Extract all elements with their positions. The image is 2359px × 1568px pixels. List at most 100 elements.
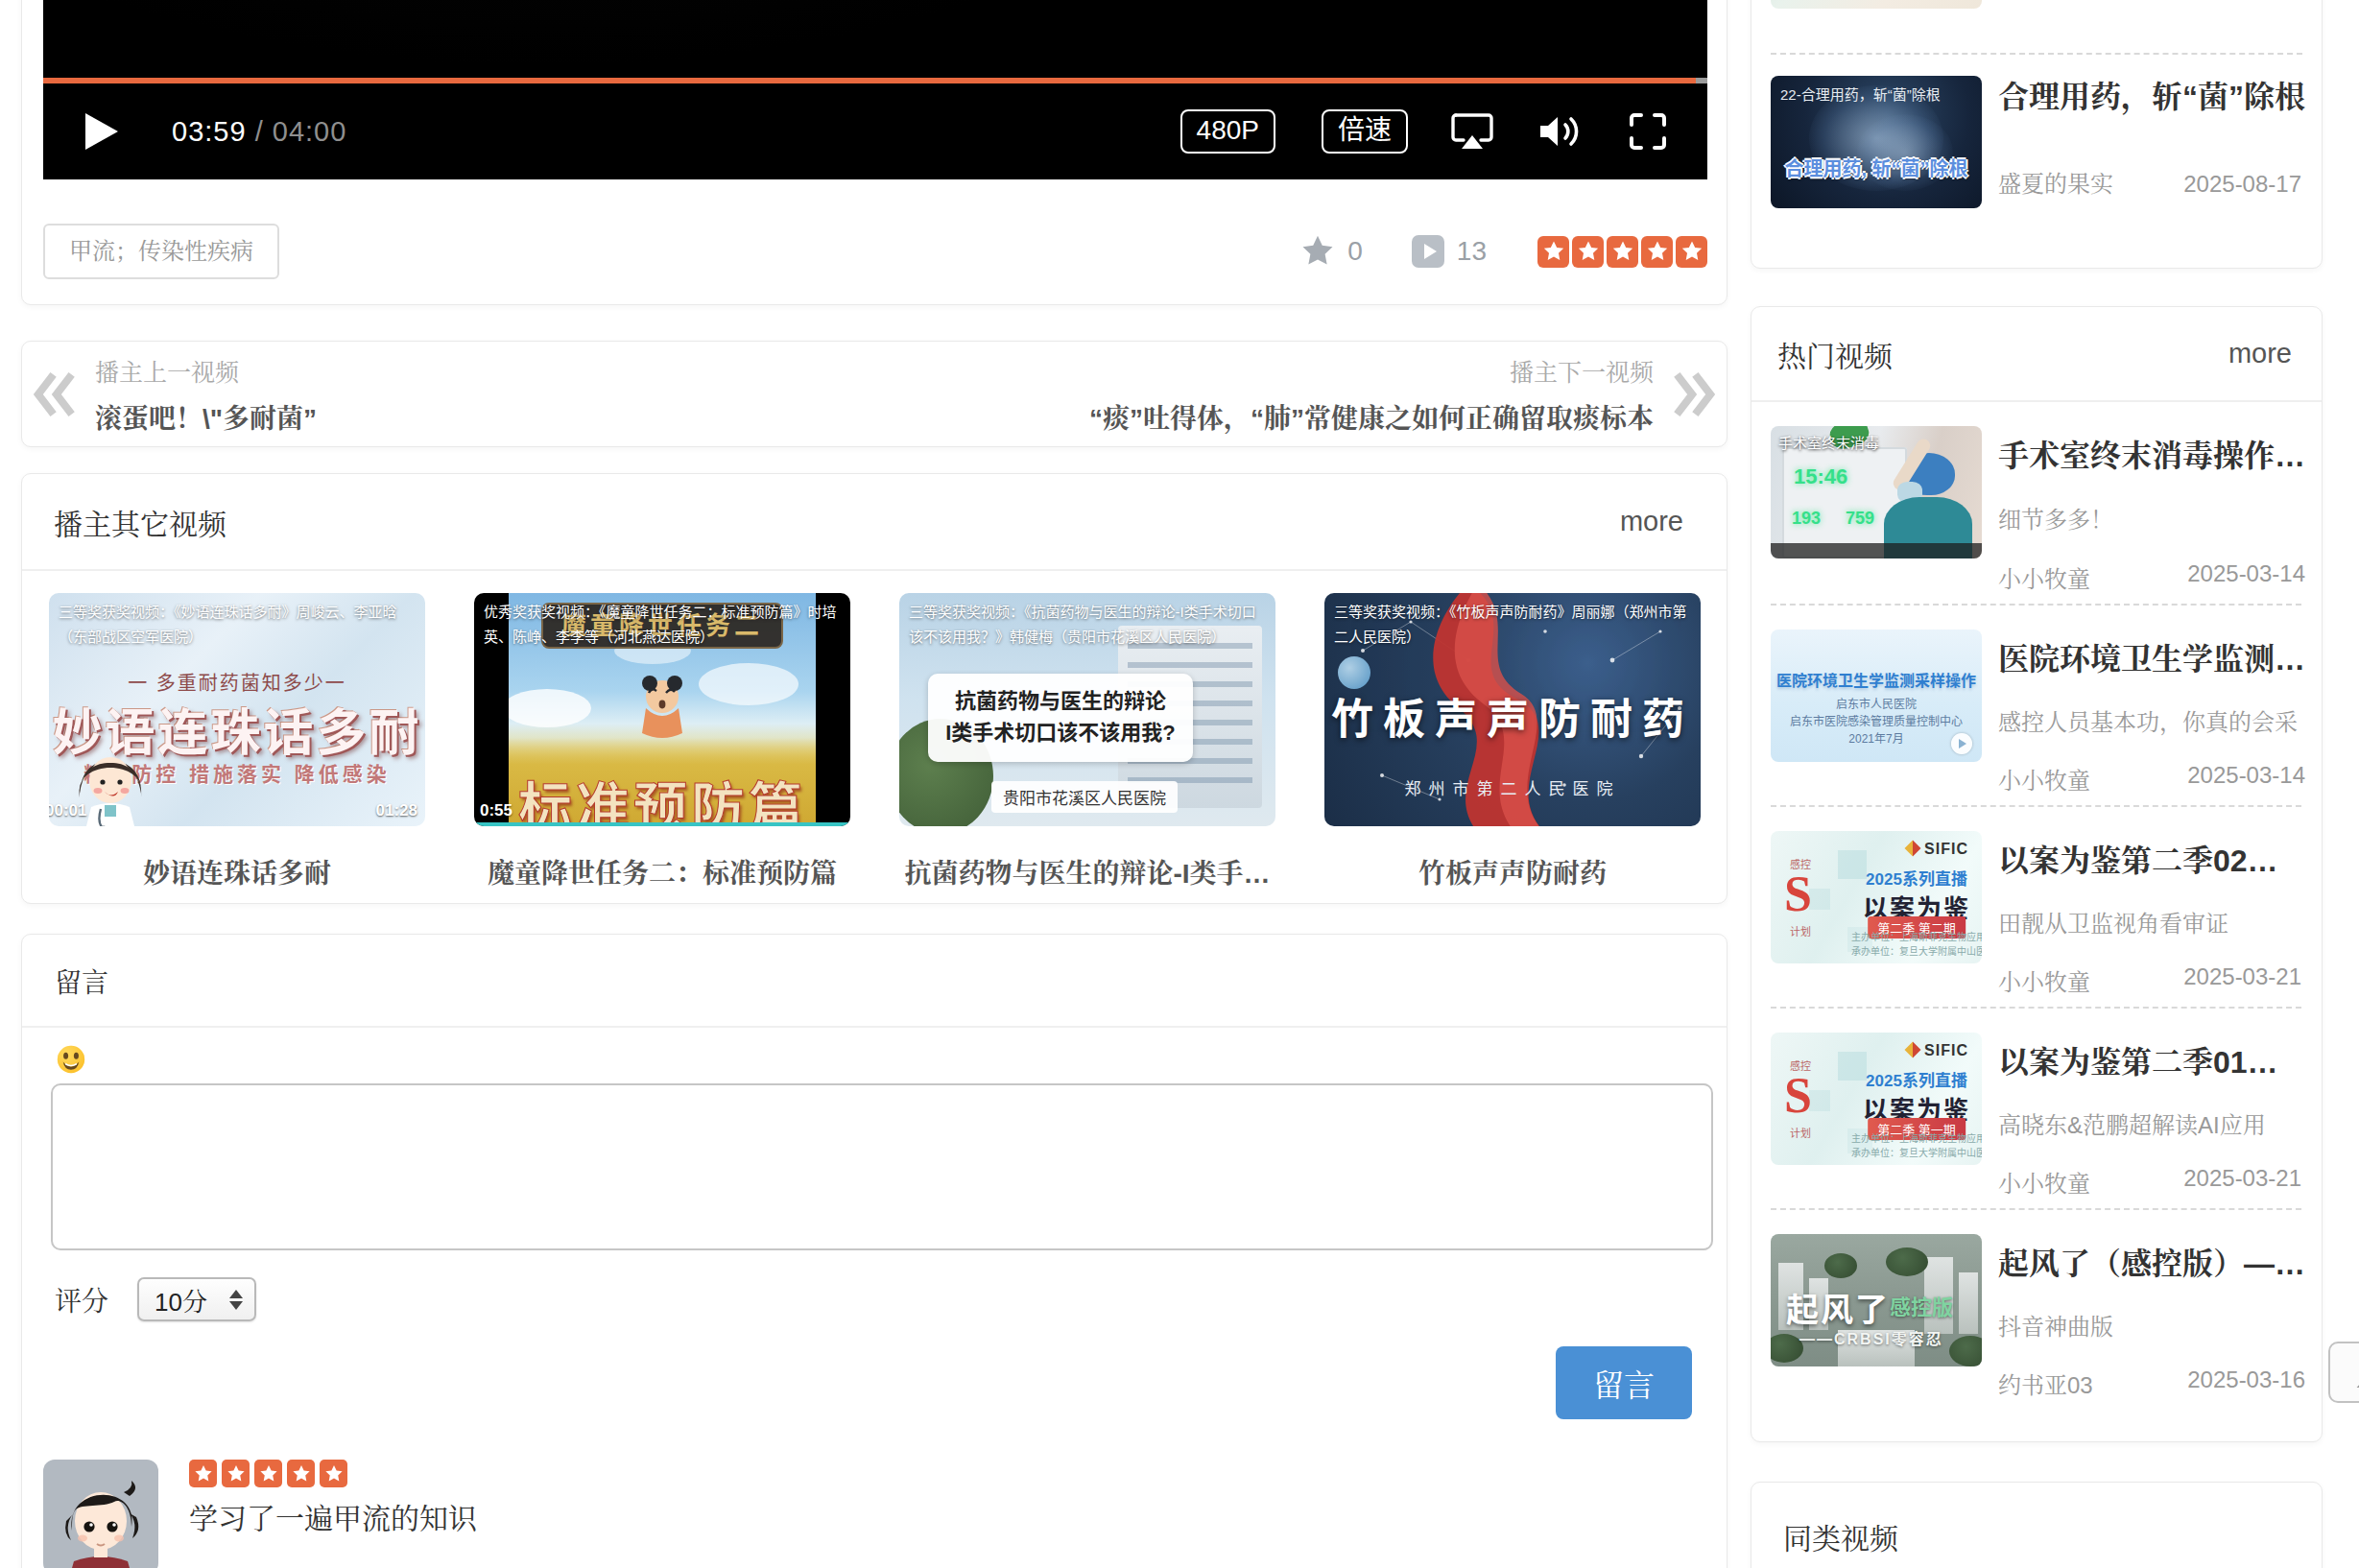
other-video-item[interactable]: 三等奖获奖视频：《抗菌药物与医生的辩论-I类手术切口该不该用我？》韩健梅（贵阳市… (899, 593, 1275, 891)
comment-form: 评分 10分 留言 (22, 1028, 1727, 1568)
debate-line2: I类手术切口该不该用我? (928, 717, 1193, 748)
video-tag[interactable]: 甲流；传染性疾病 (43, 224, 279, 279)
similar-videos-heading: 同类视频 (1751, 1483, 2322, 1557)
hot-video-date: 2025-03-16 (2187, 1366, 2305, 1400)
section-header: 热门视频 more (1751, 307, 2322, 402)
thumbnail-caption: 三等奖获奖视频：《妙语连珠话多耐》周峻云、李亚晗（东部战区空军医院） (59, 600, 417, 651)
airplay-icon[interactable] (1450, 112, 1494, 151)
prev-video-link[interactable]: 播主上一视频 滚蛋吧！\"多耐菌” (34, 353, 334, 436)
rating-star-icon (1576, 239, 1601, 264)
led-display: 759 (1846, 509, 1874, 529)
related-video-thumbnail-partial[interactable] (1771, 0, 1982, 9)
hot-videos-more-link[interactable]: more (2228, 338, 2292, 369)
speed-button[interactable]: 倍速 (1322, 109, 1408, 154)
thumb-org-line: 承办单位：复旦大学附属中山医院 (1851, 1146, 1982, 1160)
thumb-art-tree (1824, 1253, 1857, 1278)
thumb-s-logo: S (1784, 866, 1812, 922)
video-meta-row: 甲流；传染性疾病 0 13 (43, 224, 1707, 279)
thumbnail-caption: 三等奖获奖视频：《竹板声声防耐药》周丽娜（郑州市第二人民医院） (1334, 600, 1693, 651)
hot-video-date: 2025-03-14 (2187, 762, 2305, 796)
rating-row: 评分 10分 (51, 1277, 1698, 1321)
other-video-thumbnail: 三等奖获奖视频：《妙语连珠话多耐》周峻云、李亚晗（东部战区空军医院） 一 多重耐… (49, 593, 425, 826)
other-videos-more-link[interactable]: more (1620, 506, 1683, 537)
fullscreen-icon[interactable] (1629, 112, 1667, 151)
thumb-subtitle-art: ——CRBSI零容忍 (1799, 1326, 1943, 1349)
select-arrows-icon (229, 1290, 243, 1310)
thumb-label: 22-合理用药，斩“菌”除根 (1780, 83, 1941, 104)
thumb-sific-logo: SIFIC (1924, 841, 1968, 858)
thumb-progress-bar (474, 822, 850, 826)
thumb-sific-logo: SIFIC (1924, 1042, 1968, 1059)
quality-button[interactable]: 480P (1180, 109, 1275, 154)
related-video-uploader[interactable]: 盛夏的果实 (1998, 172, 2113, 197)
back-to-top-button[interactable] (2328, 1342, 2359, 1403)
hot-video-date: 2025-03-21 (2183, 1165, 2301, 1199)
other-video-item[interactable]: 魔童降世任务二 优秀奖获奖视频：《魔童降世任务二：标准预防篇》时培英、陈峥、李李… (474, 593, 850, 891)
play-icon[interactable] (83, 112, 118, 151)
hot-video-uploader: 小小牧童 (1998, 560, 2090, 594)
comment-content: 学习了一遍甲流的知识 (189, 1460, 477, 1568)
rating-select[interactable]: 10分 (137, 1277, 256, 1321)
hot-video-item[interactable]: 15:46 193 759 手术室终末消毒 手术室终末消毒操作… 细节多多！ 小… (1771, 402, 2301, 604)
hot-video-subtitle: 田靓从卫监视角看审证 (1998, 905, 2301, 938)
other-videos-grid: 三等奖获奖视频：《妙语连珠话多耐》周峻云、李亚晗（东部战区空军医院） 一 多重耐… (22, 571, 1727, 891)
volume-icon[interactable] (1537, 112, 1586, 151)
thumb-time-start: 00:01 (49, 801, 86, 820)
thumbnail-title-art: 竹板声声防耐药 (1324, 685, 1701, 747)
play-count-icon[interactable] (1411, 234, 1445, 269)
thumb-title-art: 医院环境卫生学监测采样操作 (1771, 668, 1982, 691)
prev-next-card: 播主上一视频 滚蛋吧！\"多耐菌” 播主下一视频 “痰”吐得体，“肺”常健康之如… (21, 341, 1728, 447)
hot-video-uploader: 约书亚03 (1998, 1366, 2093, 1400)
hot-video-subtitle: 细节多多！ (1998, 501, 2305, 535)
emoji-picker-icon[interactable] (57, 1045, 85, 1074)
led-display: 15:46 (1794, 464, 1847, 489)
next-video-label: 播主下一视频 (1089, 353, 1654, 388)
next-video-link[interactable]: 播主下一视频 “痰”吐得体，“肺”常健康之如何正确留取痰标本 (1072, 353, 1715, 436)
rating-star-icon (1541, 239, 1566, 264)
time-display: 03:59 / 04:00 (172, 116, 346, 148)
thumb-time-end: 01:28 (376, 801, 417, 820)
thumbnail-caption: 三等奖获奖视频：《抗菌药物与医生的辩论-I类手术切口该不该用我？》韩健梅（贵阳市… (909, 600, 1268, 651)
hot-video-item[interactable]: S 感控计划 SIFIC 2025系列直播 以案为鉴 第二季 第一期 主办单位：… (1771, 1007, 2301, 1208)
thumb-art-window-row (1128, 662, 1252, 668)
thumb-art-square (1809, 889, 1830, 910)
thumb-art-controls-bar (1771, 543, 1982, 558)
video-frame[interactable]: 03:59 / 04:00 480P 倍速 (43, 0, 1707, 179)
other-video-item[interactable]: 三等奖获奖视频：《竹板声声防耐药》周丽娜（郑州市第二人民医院） 竹板声声防耐药 … (1324, 593, 1701, 891)
thumb-line: 启东市医院感染管理质量控制中心 (1771, 712, 1982, 728)
favorite-count: 0 (1347, 236, 1363, 267)
prev-video-title: 滚蛋吧！\"多耐菌” (95, 397, 317, 436)
nav-text-block: 播主上一视频 滚蛋吧！\"多耐菌” (95, 353, 317, 436)
thumb-art-square (1809, 1090, 1830, 1111)
comment-textarea[interactable] (51, 1083, 1713, 1250)
hot-video-title: 起风了（感控版）—… (1998, 1239, 2305, 1283)
other-video-title: 竹板声声防耐药 (1324, 852, 1701, 891)
section-header: 播主其它视频 more (22, 474, 1727, 571)
thumb-art-tree (1771, 1334, 1803, 1363)
hot-video-title: 以案为鉴第二季01… (1998, 1037, 2301, 1081)
thumbnail-logo (1338, 656, 1370, 689)
hot-video-item[interactable]: 起风了 感控版 ——CRBSI零容忍 起风了（感控版）—… 抖音神曲版 约书亚0… (1771, 1208, 2301, 1410)
hot-video-item[interactable]: S 感控计划 SIFIC 2025系列直播 以案为鉴 第二季 第二期 主办单位：… (1771, 805, 2301, 1007)
favorite-star-icon[interactable] (1299, 233, 1336, 270)
thumb-time-start: 0:55 (480, 801, 512, 820)
related-video-thumbnail[interactable]: 22-合理用药，斩“菌”除根 合理用药, 斩“菌”除根 (1771, 76, 1982, 208)
related-video-title[interactable]: 合理用药，斩“菌”除根 (1998, 72, 2321, 116)
video-rating[interactable] (1535, 236, 1707, 268)
rating-star-icon (1680, 239, 1704, 264)
thumb-label: 手术室终末消毒 (1778, 432, 1879, 452)
thumb-play-icon (1951, 733, 1972, 754)
hot-video-thumbnail: S 感控计划 SIFIC 2025系列直播 以案为鉴 第二季 第一期 主办单位：… (1771, 1033, 1982, 1165)
next-video-title: “痰”吐得体，“肺”常健康之如何正确留取痰标本 (1089, 397, 1654, 436)
other-video-title: 魔童降世任务二：标准预防篇 (474, 852, 850, 891)
rating-label: 评分 (55, 1280, 108, 1319)
thumb-art-tree (1949, 1336, 1982, 1366)
thumbnail-hospital: 郑州市第二人民医院 (1324, 775, 1701, 799)
hot-video-item[interactable]: 医院环境卫生学监测采样操作 启东市人民医院 启东市医院感染管理质量控制中心 20… (1771, 604, 2301, 805)
thumb-art-tree (1886, 1247, 1928, 1276)
similar-videos-panel: 同类视频 (1751, 1482, 2323, 1568)
comment-star-icon (323, 1463, 345, 1485)
other-video-item[interactable]: 三等奖获奖视频：《妙语连珠话多耐》周峻云、李亚晗（东部战区空军医院） 一 多重耐… (49, 593, 425, 891)
hot-video-title: 以案为鉴第二季02… (1998, 836, 2301, 880)
submit-comment-button[interactable]: 留言 (1556, 1346, 1692, 1419)
